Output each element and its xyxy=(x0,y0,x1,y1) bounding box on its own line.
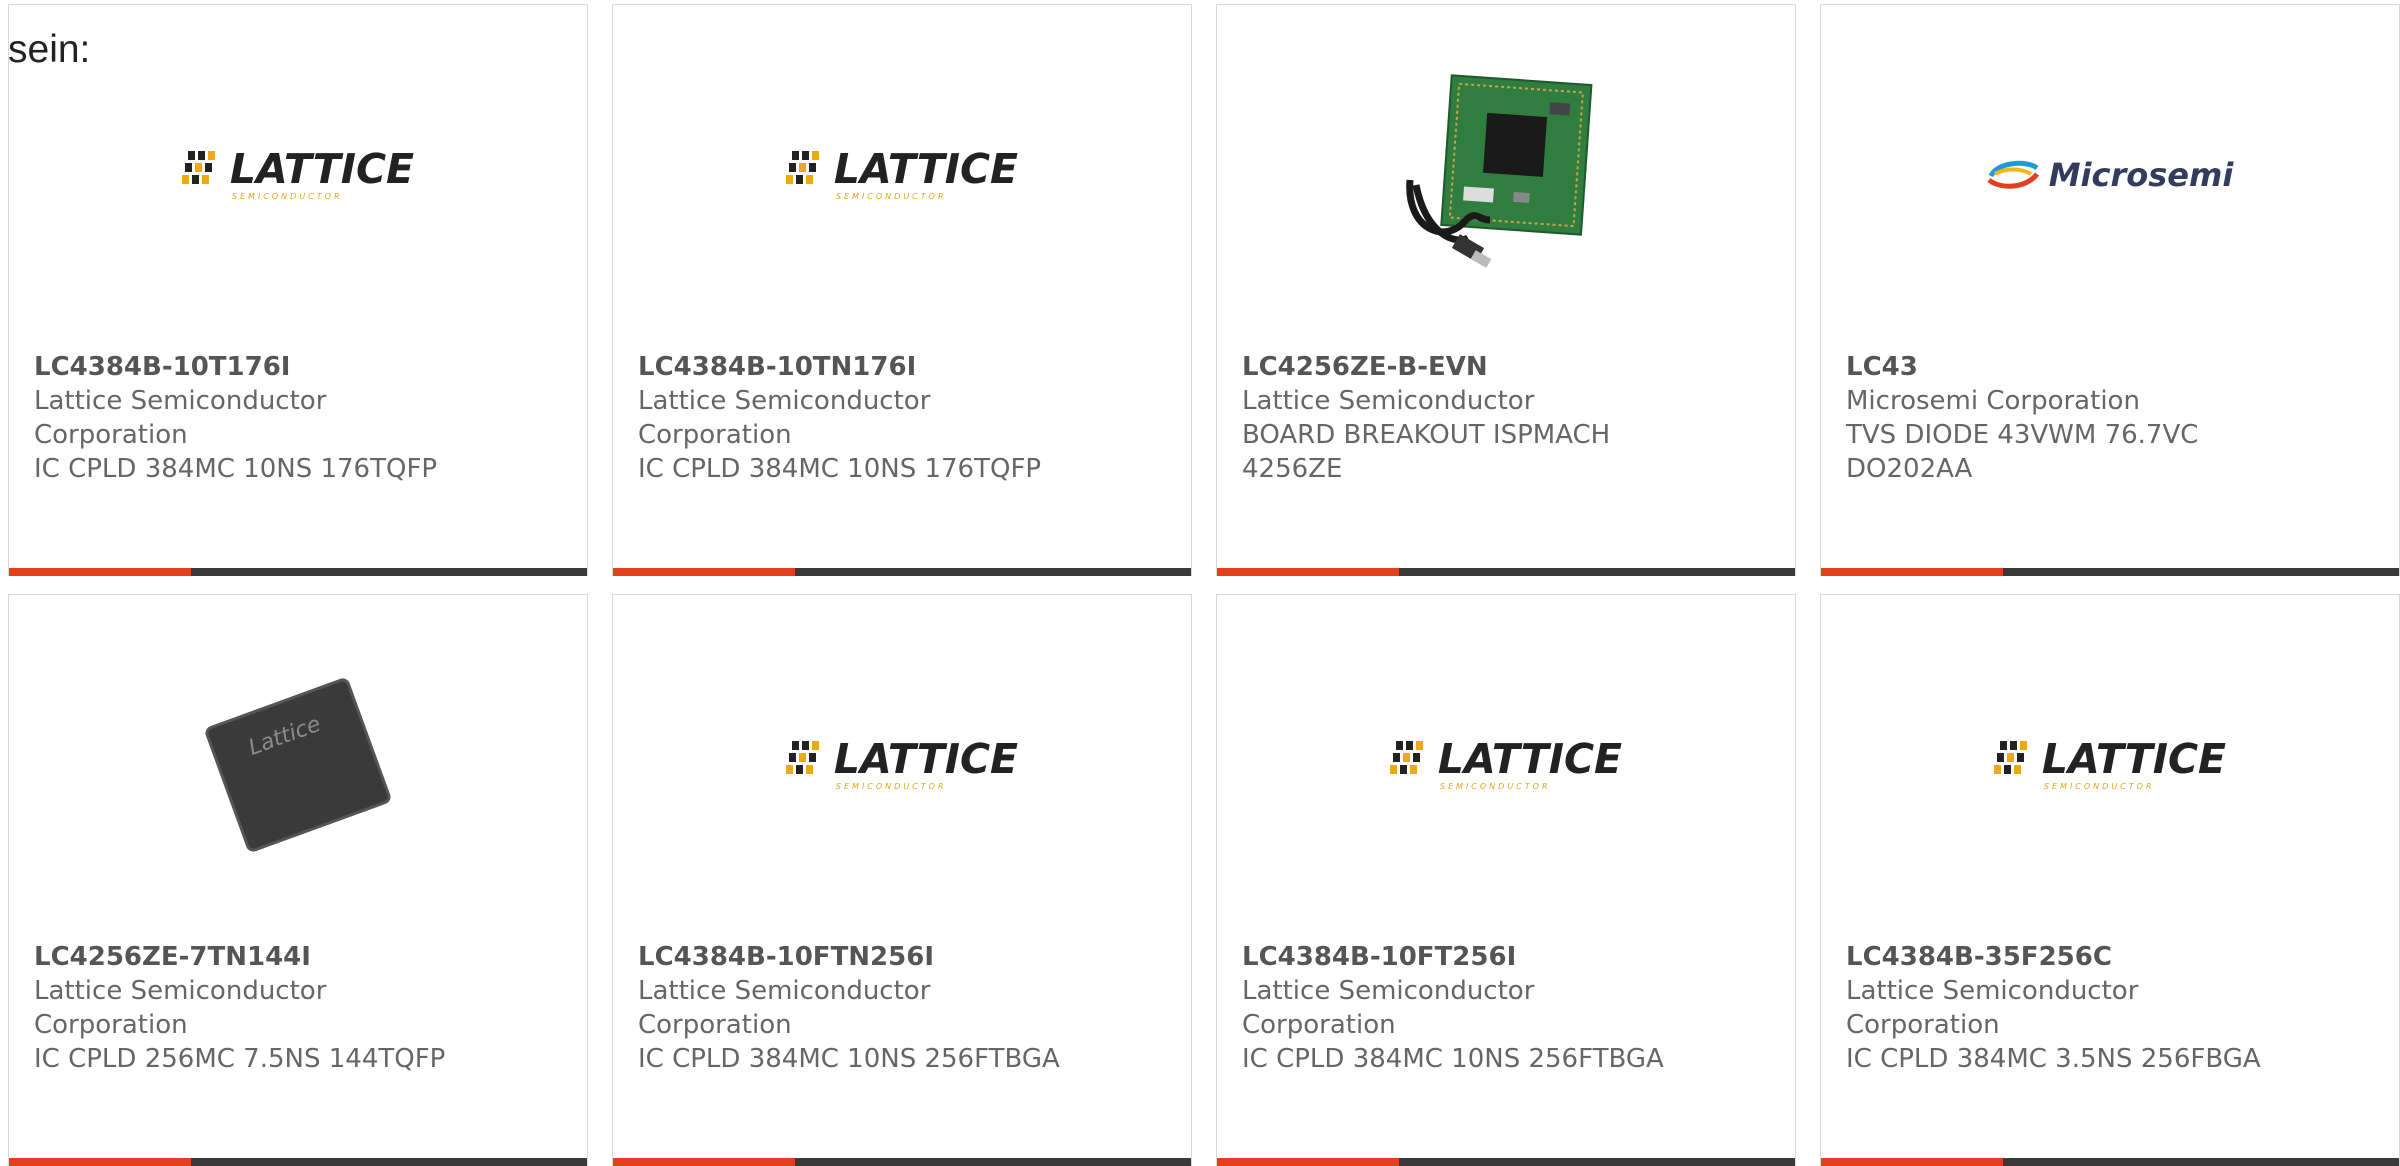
product-details: LC4384B-10TN176I Lattice Semiconductor Cor… xyxy=(638,350,1171,486)
logo-text: LATTICE xyxy=(2041,735,2227,783)
manufacturer-line-2: Corporation xyxy=(638,420,792,450)
part-number[interactable]: LC4384B-35F256C xyxy=(1846,940,2379,974)
lattice-mark-icon xyxy=(785,150,826,189)
lattice-mark-icon xyxy=(785,740,826,779)
lattice-logo[interactable]: LATTICE SEMICONDUCTOR xyxy=(613,650,1191,880)
lattice-logo[interactable]: LATTICE SEMICONDUCTOR xyxy=(9,60,587,290)
manufacturer-line-1: Lattice Semiconductor xyxy=(1846,976,2139,1006)
part-number[interactable]: LC4256ZE-7TN144I xyxy=(34,940,567,974)
description-line-1: IC CPLD 256MC 7.5NS 144TQFP xyxy=(34,1044,446,1074)
lattice-logo[interactable]: LATTICE SEMICONDUCTOR xyxy=(613,60,1191,290)
logo-subtext: SEMICONDUCTOR xyxy=(2043,782,2155,791)
pcb-board-photo[interactable] xyxy=(1217,60,1795,290)
lattice-mark-icon xyxy=(1389,740,1430,779)
description-line-2: DO202AA xyxy=(1846,454,1973,484)
product-card[interactable]: Lattice LC4256ZE-7TN144I Lattice Semicond… xyxy=(8,594,588,1166)
product-details: LC4384B-35F256C Lattice Semiconductor Corp… xyxy=(1846,940,2379,1076)
card-bottom-bar xyxy=(1217,1158,1795,1166)
logo-subtext: SEMICONDUCTOR xyxy=(231,192,343,201)
logo-text: LATTICE xyxy=(229,145,415,193)
manufacturer-line-2: Corporation xyxy=(1242,1010,1396,1040)
card-bottom-bar xyxy=(613,1158,1191,1166)
card-accent-bar xyxy=(9,1158,191,1166)
card-accent-bar xyxy=(9,568,191,576)
card-accent-bar xyxy=(613,568,795,576)
card-bottom-bar xyxy=(1821,1158,2399,1166)
product-details: LC4384B-10FT256I Lattice Semiconductor Cor… xyxy=(1242,940,1775,1076)
part-number[interactable]: LC4384B-10TN176I xyxy=(638,350,1171,384)
logo-text: Microsemi xyxy=(2048,156,2234,194)
microsemi-swirl-icon xyxy=(1987,160,2039,189)
description-line-1: IC CPLD 384MC 3.5NS 256FBGA xyxy=(1846,1044,2261,1074)
description-line-1: IC CPLD 384MC 10NS 176TQFP xyxy=(638,454,1042,484)
card-accent-bar xyxy=(1217,568,1399,576)
description-line-1: IC CPLD 384MC 10NS 256FTBGA xyxy=(638,1044,1060,1074)
card-bottom-bar xyxy=(1217,568,1795,576)
card-bottom-bar xyxy=(1821,568,2399,576)
manufacturer-line-1: Lattice Semiconductor xyxy=(1242,386,1535,416)
lattice-logo[interactable]: LATTICE SEMICONDUCTOR xyxy=(1821,650,2399,880)
part-number[interactable]: LC43 xyxy=(1846,350,2379,384)
card-accent-bar xyxy=(1821,1158,2003,1166)
logo-text: LATTICE xyxy=(1437,735,1623,783)
logo-subtext: SEMICONDUCTOR xyxy=(1439,782,1551,791)
product-details: LC4384B-10FTN256I Lattice Semiconductor Co… xyxy=(638,940,1171,1076)
product-card[interactable]: LATTICE SEMICONDUCTOR LC4384B-35F256C Lat… xyxy=(1820,594,2400,1166)
logo-subtext: SEMICONDUCTOR xyxy=(835,192,947,201)
logo-text: LATTICE xyxy=(833,145,1019,193)
description-line-1: IC CPLD 384MC 10NS 256FTBGA xyxy=(1242,1044,1664,1074)
product-card[interactable]: Microsemi LC43 Microsemi Corporation TVS D… xyxy=(1820,4,2400,576)
product-card[interactable]: LATTICE SEMICONDUCTOR LC4384B-10FT256I La… xyxy=(1216,594,1796,1166)
description-line-1: IC CPLD 384MC 10NS 176TQFP xyxy=(34,454,438,484)
product-card[interactable]: LATTICE SEMICONDUCTOR LC4384B-10T176I Lat… xyxy=(8,4,588,576)
manufacturer-line-2: Corporation xyxy=(34,1010,188,1040)
product-card[interactable]: LATTICE SEMICONDUCTOR LC4384B-10FTN256I L… xyxy=(612,594,1192,1166)
card-bottom-bar xyxy=(613,568,1191,576)
manufacturer-line-1: Lattice Semiconductor xyxy=(34,386,327,416)
chip-photo[interactable]: Lattice xyxy=(9,650,587,880)
logo-text: LATTICE xyxy=(833,735,1019,783)
manufacturer-line-2: Corporation xyxy=(1846,1010,2000,1040)
description-line-1: BOARD BREAKOUT ISPMACH xyxy=(1242,420,1611,450)
manufacturer-line-1: Lattice Semiconductor xyxy=(1242,976,1535,1006)
product-card[interactable]: LC4256ZE-B-EVN Lattice Semiconductor BOARD… xyxy=(1216,4,1796,576)
description-line-2: 4256ZE xyxy=(1242,454,1343,484)
manufacturer-line-1: Microsemi Corporation xyxy=(1846,386,2140,416)
card-accent-bar xyxy=(1217,1158,1399,1166)
product-details: LC4256ZE-7TN144I Lattice Semiconductor Cor… xyxy=(34,940,567,1076)
intro-text: sein: xyxy=(8,28,91,71)
card-bottom-bar xyxy=(9,1158,587,1166)
product-details: LC4256ZE-B-EVN Lattice Semiconductor BOARD… xyxy=(1242,350,1775,486)
manufacturer-line-2: Corporation xyxy=(34,420,188,450)
lattice-mark-icon xyxy=(181,150,222,189)
card-accent-bar xyxy=(1821,568,2003,576)
product-details: LC4384B-10T176I Lattice Semiconductor Corp… xyxy=(34,350,567,486)
card-bottom-bar xyxy=(9,568,587,576)
part-number[interactable]: LC4384B-10FTN256I xyxy=(638,940,1171,974)
product-card[interactable]: LATTICE SEMICONDUCTOR LC4384B-10TN176I La… xyxy=(612,4,1192,576)
product-details: LC43 Microsemi Corporation TVS DIODE 43VWM… xyxy=(1846,350,2379,486)
logo-subtext: SEMICONDUCTOR xyxy=(835,782,947,791)
manufacturer-line-1: Lattice Semiconductor xyxy=(638,386,931,416)
lattice-mark-icon xyxy=(1993,740,2034,779)
part-number[interactable]: LC4256ZE-B-EVN xyxy=(1242,350,1775,384)
manufacturer-line-1: Lattice Semiconductor xyxy=(638,976,931,1006)
product-grid: LATTICE SEMICONDUCTOR LC4384B-10T176I Lat… xyxy=(0,0,2400,1166)
description-line-1: TVS DIODE 43VWM 76.7VC xyxy=(1846,420,2199,450)
lattice-logo[interactable]: LATTICE SEMICONDUCTOR xyxy=(1217,650,1795,880)
manufacturer-line-1: Lattice Semiconductor xyxy=(34,976,327,1006)
part-number[interactable]: LC4384B-10FT256I xyxy=(1242,940,1775,974)
part-number[interactable]: LC4384B-10T176I xyxy=(34,350,567,384)
card-accent-bar xyxy=(613,1158,795,1166)
microsemi-logo[interactable]: Microsemi xyxy=(1821,60,2399,290)
manufacturer-line-2: Corporation xyxy=(638,1010,792,1040)
